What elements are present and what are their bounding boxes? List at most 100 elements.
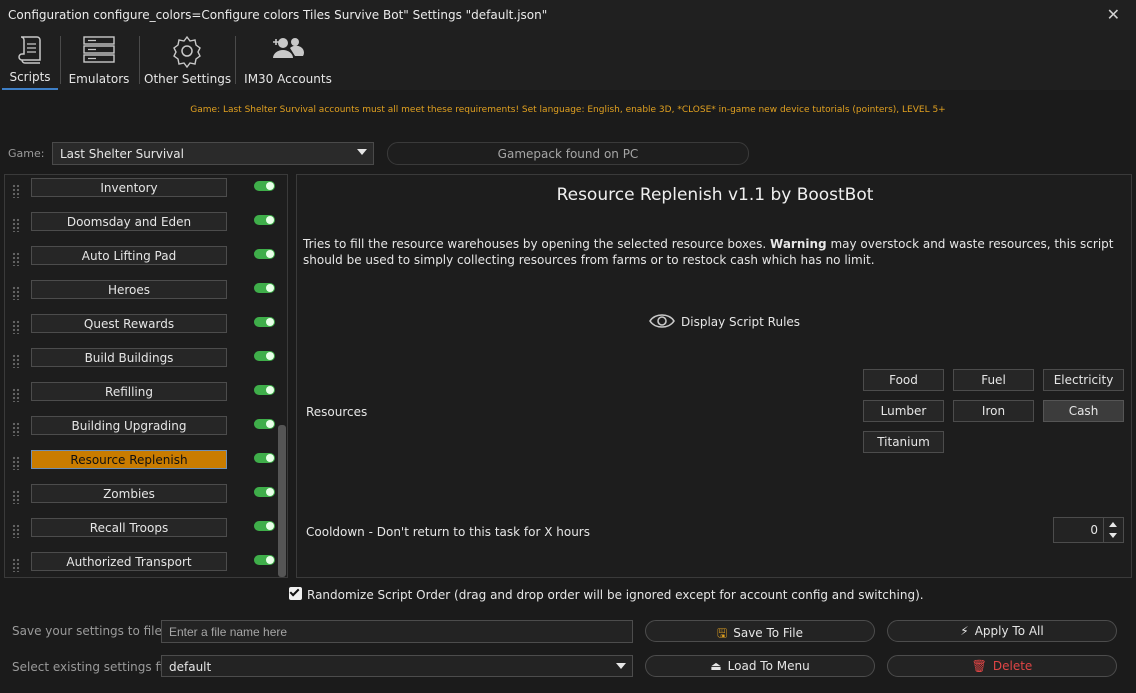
drag-handle-icon[interactable] [12, 558, 20, 572]
chevron-down-icon [616, 663, 626, 669]
display-script-rules-label: Display Script Rules [681, 315, 801, 329]
chevron-down-icon[interactable] [1109, 533, 1117, 538]
gear-icon [170, 34, 204, 71]
list-item: Build Buildings [5, 345, 277, 379]
cooldown-stepper[interactable]: 0 [1053, 517, 1124, 543]
tab-label: IM30 Accounts [244, 72, 332, 86]
drag-handle-icon[interactable] [12, 218, 20, 232]
script-toggle[interactable] [254, 419, 275, 429]
drag-handle-icon[interactable] [12, 456, 20, 470]
script-toggle[interactable] [254, 487, 275, 497]
folder-open-icon: ⏏ [710, 659, 722, 673]
resource-electricity-button[interactable]: Electricity [1043, 369, 1124, 391]
resources-label: Resources [306, 405, 368, 419]
tab-label: Scripts [9, 70, 51, 84]
drag-handle-icon[interactable] [12, 354, 20, 368]
script-button-active[interactable]: Resource Replenish [31, 450, 227, 469]
drag-handle-icon[interactable] [12, 524, 20, 538]
drag-handle-icon[interactable] [12, 320, 20, 334]
resource-food-button[interactable]: Food [863, 369, 944, 391]
tab-emulators[interactable]: Emulators [64, 30, 134, 90]
script-toggle[interactable] [254, 555, 275, 565]
tab-divider [139, 36, 140, 84]
list-item: Doomsday and Eden [5, 209, 277, 243]
script-button[interactable]: Build Buildings [31, 348, 227, 367]
script-button[interactable]: Quest Rewards [31, 314, 227, 333]
tab-divider [60, 36, 61, 84]
tab-label: Other Settings [144, 72, 232, 86]
list-item: Recall Troops [5, 515, 277, 549]
list-item: Building Upgrading [5, 413, 277, 447]
save-icon: 🖫 [716, 626, 728, 640]
script-button[interactable]: Heroes [31, 280, 227, 299]
script-toggle[interactable] [254, 283, 275, 293]
cooldown-label: Cooldown - Don't return to this task for… [306, 525, 590, 539]
tab-im30-accounts[interactable]: IM30 Accounts [242, 30, 334, 90]
gamepack-status: Gamepack found on PC [387, 142, 749, 165]
delete-button[interactable]: 🗑 Delete [887, 655, 1117, 677]
randomize-checkbox[interactable] [289, 586, 302, 600]
settings-file-select[interactable]: default [161, 655, 633, 677]
script-button[interactable]: Doomsday and Eden [31, 212, 227, 231]
game-select[interactable]: Last Shelter Survival [52, 142, 374, 165]
drag-handle-icon[interactable] [12, 184, 20, 198]
script-button[interactable]: Recall Troops [31, 518, 227, 537]
trash-icon: 🗑 [971, 659, 987, 673]
eye-icon [649, 311, 675, 334]
tab-other-settings[interactable]: Other Settings [144, 30, 232, 90]
randomize-label: Randomize Script Order (drag and drop or… [307, 588, 924, 602]
script-button[interactable]: Authorized Transport [31, 552, 227, 571]
script-toggle[interactable] [254, 453, 275, 463]
resource-fuel-button[interactable]: Fuel [953, 369, 1034, 391]
select-settings-label: Select existing settings file [12, 660, 174, 674]
script-description: Tries to fill the resource warehouses by… [303, 237, 1114, 267]
script-toggle[interactable] [254, 521, 275, 531]
resource-lumber-button[interactable]: Lumber [863, 400, 944, 422]
list-item: Authorized Transport [5, 549, 277, 577]
script-button[interactable]: Inventory [31, 178, 227, 197]
drag-handle-icon[interactable] [12, 422, 20, 436]
script-list-scrollbar[interactable] [278, 425, 286, 577]
resource-iron-button[interactable]: Iron [953, 400, 1034, 422]
save-to-file-button[interactable]: 🖫 Save To File [645, 620, 875, 642]
list-item: Resource Replenish [5, 447, 277, 481]
file-name-input[interactable] [161, 620, 633, 643]
script-button[interactable]: Refilling [31, 382, 227, 401]
save-settings-label: Save your settings to file [12, 624, 162, 638]
tab-scripts[interactable]: Scripts [2, 30, 58, 90]
script-toggle[interactable] [254, 215, 275, 225]
tab-label: Emulators [68, 72, 130, 86]
drag-handle-icon[interactable] [12, 490, 20, 504]
apply-to-all-button[interactable]: ⚡ Apply To All [887, 620, 1117, 642]
script-button[interactable]: Building Upgrading [31, 416, 227, 435]
chevron-down-icon [357, 149, 367, 155]
script-settings-panel: Resource Replenish v1.1 by BoostBot Trie… [296, 174, 1132, 578]
resource-cash-button[interactable]: Cash [1043, 400, 1124, 422]
list-item: Heroes [5, 277, 277, 311]
script-toggle[interactable] [254, 181, 275, 191]
cooldown-value: 0 [1090, 523, 1098, 537]
game-label: Game: [8, 147, 45, 160]
bolt-icon: ⚡ [960, 624, 969, 638]
script-toggle[interactable] [254, 317, 275, 327]
drag-handle-icon[interactable] [12, 252, 20, 266]
title-bar: Configuration configure_colors=Configure… [0, 0, 1136, 30]
script-toggle[interactable] [254, 385, 275, 395]
tab-divider [235, 36, 236, 84]
close-icon[interactable]: ✕ [1107, 5, 1120, 24]
stepper-buttons [1103, 518, 1123, 542]
game-select-value: Last Shelter Survival [60, 147, 184, 161]
chevron-up-icon[interactable] [1109, 522, 1117, 527]
script-toggle[interactable] [254, 351, 275, 361]
script-button[interactable]: Auto Lifting Pad [31, 246, 227, 265]
server-icon [82, 34, 116, 69]
script-button[interactable]: Zombies [31, 484, 227, 503]
resource-titanium-button[interactable]: Titanium [863, 431, 944, 453]
script-list: Inventory Doomsday and Eden Auto Lifting… [4, 174, 288, 578]
load-to-menu-button[interactable]: ⏏ Load To Menu [645, 655, 875, 677]
script-toggle[interactable] [254, 249, 275, 259]
drag-handle-icon[interactable] [12, 388, 20, 402]
scroll-icon [15, 34, 45, 69]
warning-text: Warning [770, 237, 827, 251]
drag-handle-icon[interactable] [12, 286, 20, 300]
